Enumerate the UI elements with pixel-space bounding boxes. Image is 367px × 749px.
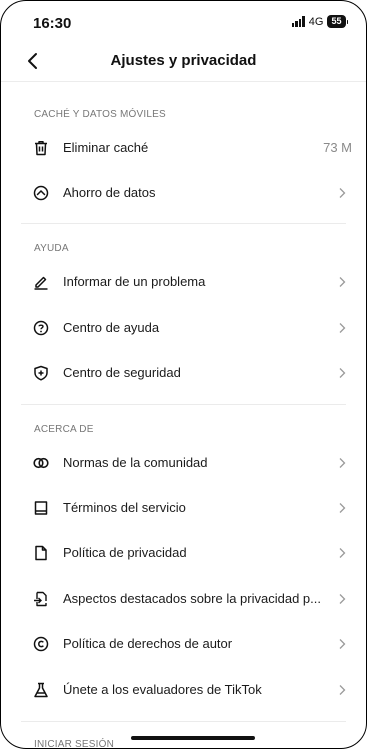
flask-icon <box>34 682 48 698</box>
row-label: Normas de la comunidad <box>63 455 208 470</box>
settings-row-report-problem[interactable]: Informar de un problema <box>1 262 366 302</box>
settings-row-clear-cache[interactable]: Eliminar caché 73 M <box>1 128 366 168</box>
chevron-right-icon <box>339 503 346 513</box>
chevron-right-icon <box>339 277 346 287</box>
section-title-help: AYUDA <box>34 243 69 254</box>
row-label: Aspectos destacados sobre la privacidad … <box>63 591 321 606</box>
signal-icon <box>291 16 305 27</box>
battery-level: 55 <box>327 15 346 28</box>
row-label: Eliminar caché <box>63 140 149 155</box>
linked-circles-icon <box>33 457 49 469</box>
chevron-right-icon <box>339 548 346 558</box>
question-circle-icon <box>33 320 49 336</box>
settings-row-privacy-highlights[interactable]: Aspectos destacados sobre la privacidad … <box>1 579 366 619</box>
battery-icon: 55 <box>327 15 348 28</box>
status-indicators: 4G 55 <box>291 15 348 28</box>
section-divider <box>21 721 346 722</box>
pencil-icon <box>34 276 48 290</box>
trash-icon <box>35 141 47 156</box>
section-title-cache: CACHÉ Y DATOS MÓVILES <box>34 109 166 120</box>
row-label: Únete a los evaluadores de TikTok <box>63 682 262 697</box>
network-type: 4G <box>308 15 324 28</box>
row-label: Centro de ayuda <box>63 320 160 335</box>
chevron-right-icon <box>339 323 346 333</box>
home-indicator[interactable] <box>131 736 255 740</box>
settings-row-privacy-policy[interactable]: Política de privacidad <box>1 533 366 573</box>
section-title-about: ACERCA DE <box>34 424 94 435</box>
chevron-right-icon <box>339 368 346 378</box>
page-title: Ajustes y privacidad <box>110 52 257 69</box>
chevron-right-icon <box>339 188 346 198</box>
section-divider <box>21 404 346 405</box>
privacy-highlights-icon <box>34 591 47 607</box>
settings-row-help-center[interactable]: Centro de ayuda <box>1 308 366 348</box>
settings-row-safety-center[interactable]: Centro de seguridad <box>1 353 366 393</box>
book-icon <box>34 501 48 515</box>
settings-row-tiktok-testers[interactable]: Únete a los evaluadores de TikTok <box>1 670 366 710</box>
copyright-icon <box>33 636 49 652</box>
chevron-right-icon <box>339 685 346 695</box>
settings-row-community-guidelines[interactable]: Normas de la comunidad <box>1 443 366 483</box>
status-time: 16:30 <box>33 15 72 32</box>
chevron-right-icon <box>339 639 346 649</box>
phone-screen: 16:30 4G 55 Ajustes y privacidad CACHÉ Y… <box>0 0 367 749</box>
row-label: Centro de seguridad <box>63 365 181 380</box>
nav-bar: Ajustes y privacidad <box>1 41 366 82</box>
status-bar: 16:30 4G 55 <box>1 1 366 41</box>
settings-row-terms-of-service[interactable]: Términos del servicio <box>1 488 366 528</box>
data-saver-icon <box>33 185 49 201</box>
settings-row-data-saver[interactable]: Ahorro de datos <box>1 173 366 213</box>
row-label: Ahorro de datos <box>63 185 156 200</box>
section-title-login: INICIAR SESIÓN <box>34 739 115 749</box>
section-divider <box>21 223 346 224</box>
chevron-right-icon <box>339 594 346 604</box>
row-label: Términos del servicio <box>63 500 186 515</box>
shield-plus-icon <box>34 365 48 381</box>
row-label: Política de derechos de autor <box>63 636 233 651</box>
chevron-right-icon <box>339 458 346 468</box>
cache-size: 73 M <box>323 140 352 155</box>
row-label: Informar de un problema <box>63 274 206 289</box>
settings-row-copyright-policy[interactable]: Política de derechos de autor <box>1 624 366 664</box>
row-label: Política de privacidad <box>63 545 187 560</box>
document-icon <box>35 545 47 561</box>
